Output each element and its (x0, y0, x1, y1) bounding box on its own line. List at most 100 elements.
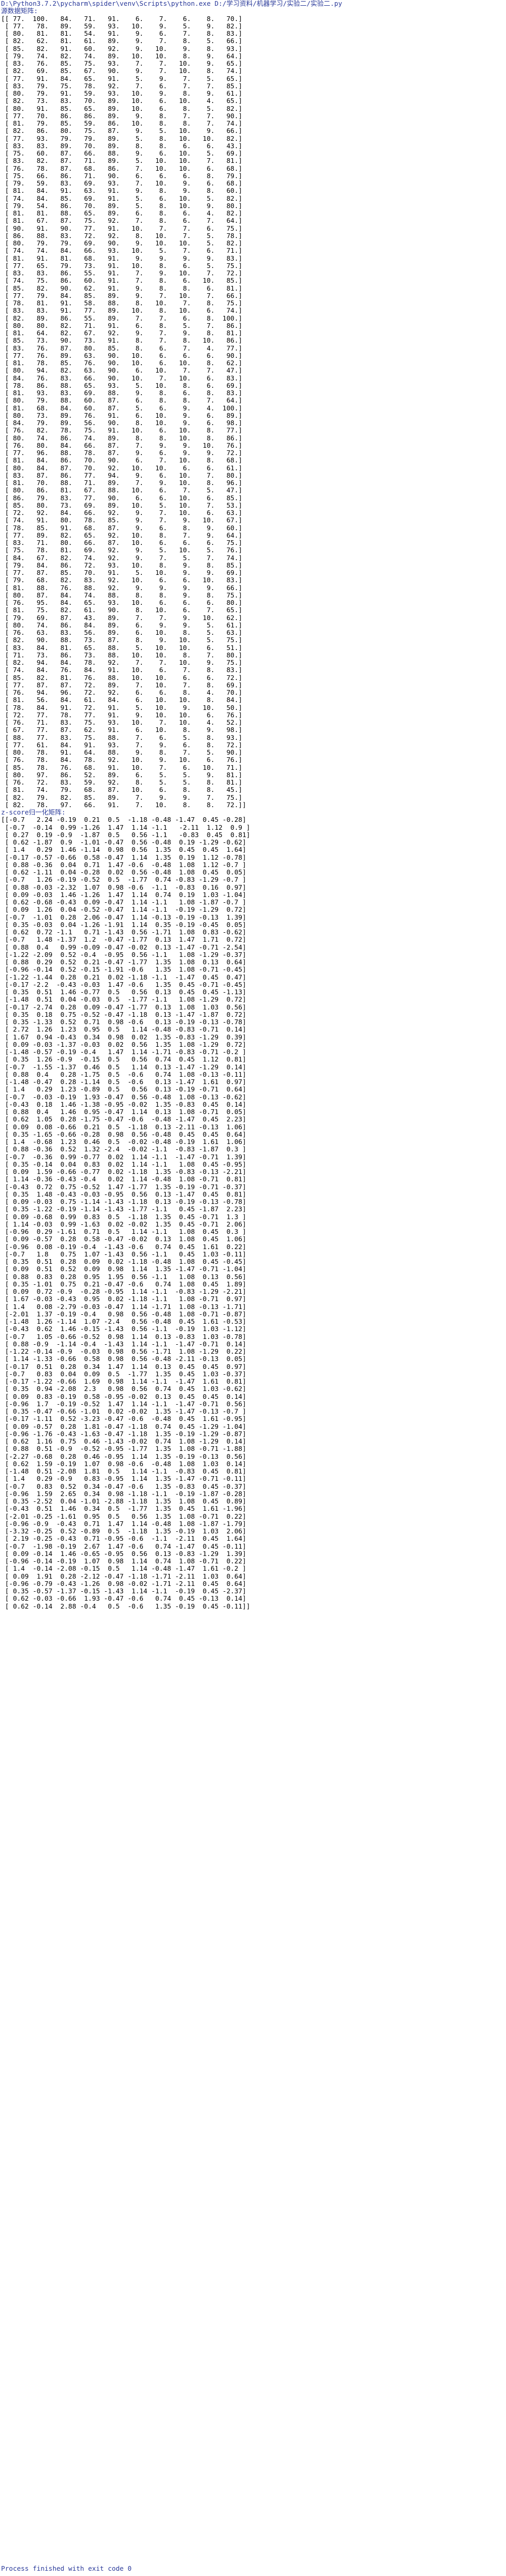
matrix-row: [ 79. 59. 83. 69. 93. 7. 10. 9. 6. 68.] (1, 180, 243, 187)
matrix-row: [ 0.62 -0.03 -0.66 1.93 -0.47 -0.6 0.74 … (1, 1595, 246, 1603)
matrix-row: [ 0.09 0.08 -0.66 0.21 0.5 -1.18 0.13 -2… (1, 1123, 246, 1131)
matrix-row: [ 75. 78. 81. 69. 92. 9. 5. 10. 5. 76.] (1, 547, 243, 554)
matrix-row: [ 81. 64. 82. 67. 92. 9. 7. 9. 8. 81.] (1, 329, 243, 337)
matrix-row: [ 80. 74. 86. 74. 89. 8. 8. 10. 8. 86.] (1, 434, 243, 442)
matrix-row: [ 84. 67. 82. 74. 92. 9. 7. 5. 7. 74.] (1, 554, 243, 562)
matrix-row: [ 83. 87. 86. 77. 94. 9. 6. 10. 7. 80.] (1, 471, 243, 479)
matrix-row: [-0.7 0.83 0.04 0.09 0.5 -1.77 1.35 0.45… (1, 1370, 246, 1378)
matrix-row: [ 83. 83. 91. 77. 89. 10. 8. 10. 6. 74.] (1, 307, 243, 315)
matrix-row: [ 79. 69. 87. 43. 89. 7. 7. 9. 10. 62.] (1, 614, 243, 622)
matrix-row: [ 82. 69. 85. 67. 90. 9. 7. 10. 8. 74.] (1, 67, 243, 75)
matrix-row: [ 82. 78. 97. 66. 91. 7. 10. 8. 8. 72.]] (1, 801, 246, 809)
matrix-row: [-0.7 1.26 -0.19 -0.52 0.5 -1.77 0.74 -0… (1, 876, 246, 884)
matrix-row: [-0.17 -2.2 -0.43 -0.03 1.47 -0.6 1.35 0… (1, 981, 246, 988)
matrix-row: [ 80. 79. 88. 60. 87. 6. 8. 8. 7. 64.] (1, 397, 243, 405)
matrix-row: [ 78. 81. 91. 58. 88. 8. 10. 7. 8. 75.] (1, 300, 243, 307)
matrix-row: [ 85. 82. 91. 60. 92. 9. 10. 9. 8. 93.] (1, 45, 243, 53)
matrix-row: [ 80. 86. 81. 67. 88. 10. 6. 7. 5. 47.] (1, 487, 243, 494)
matrix-row: [ 84. 76. 83. 66. 90. 10. 7. 10. 6. 83.] (1, 374, 243, 382)
matrix-row: [ 85. 73. 90. 73. 91. 8. 7. 8. 10. 86.] (1, 337, 243, 345)
matrix-row: [ 77. 91. 84. 65. 91. 5. 9. 7. 5. 65.] (1, 75, 243, 83)
matrix-row: [-1.48 1.26 -1.14 1.07 -2.4 0.56 -0.48 0… (1, 1318, 246, 1325)
matrix-row: [-0.96 -1.76 -0.43 -1.63 -0.47 -1.18 1.3… (1, 1430, 246, 1438)
matrix-row: [-0.43 0.62 1.46 -0.15 -1.43 0.56 -1.1 -… (1, 1325, 246, 1333)
matrix-row: [-0.43 0.18 1.46 -1.38 -0.95 -0.02 1.35 … (1, 1100, 246, 1108)
matrix-row: [-1.22 -0.14 -0.9 -0.03 0.98 0.56 -1.71 … (1, 1348, 246, 1355)
matrix-row: [ 0.09 -0.03 1.46 -1.26 1.47 1.14 0.74 0… (1, 891, 246, 899)
matrix-row: [ 81. 84. 91. 63. 91. 9. 8. 9. 8. 60.] (1, 187, 243, 195)
matrix-row: [ 1.67 -0.03 -0.43 0.95 0.02 -1.18 -1.1 … (1, 1295, 246, 1303)
matrix-row: [ 74. 84. 76. 84. 91. 10. 6. 7. 8. 83.] (1, 666, 243, 674)
matrix-row: [ 81. 67. 87. 75. 92. 7. 8. 6. 7. 64.] (1, 217, 243, 225)
matrix-row: [ 77. 96. 88. 78. 87. 9. 6. 9. 9. 72.] (1, 449, 243, 457)
matrix-row: [ 80. 91. 85. 65. 89. 10. 6. 8. 5. 82.] (1, 105, 243, 112)
matrix-row: [-0.96 0.29 -1.61 0.71 0.5 1.14 -1.1 1.0… (1, 1228, 246, 1235)
matrix-row: [ 78. 84. 91. 72. 91. 5. 10. 9. 10. 50.] (1, 704, 243, 712)
matrix-row: [ 81. 88. 76. 88. 92. 9. 9. 9. 9. 66.] (1, 584, 243, 592)
matrix-row: [ 0.09 1.91 0.28 -2.12 -0.47 -1.18 -1.71… (1, 1572, 246, 1580)
matrix-row: [ 75. 60. 87. 66. 88. 9. 6. 10. 5. 69.] (1, 150, 243, 157)
matrix-row: [ 81. 78. 85. 76. 90. 10. 6. 10. 8. 62.] (1, 359, 243, 367)
matrix-row: [ 79. 74. 82. 74. 89. 10. 10. 8. 9. 64.] (1, 52, 243, 60)
matrix-row: [ 2.72 1.26 1.23 0.95 0.5 1.14 -0.48 -0.… (1, 1026, 246, 1034)
matrix-row: [-0.96 0.08 -0.19 -0.4 -1.43 -0.6 0.74 0… (1, 1243, 246, 1251)
matrix-row: [ 0.35 -1.65 -0.66 -0.28 0.98 0.56 -0.48… (1, 1130, 246, 1138)
matrix-row: [ 82. 90. 88. 73. 87. 8. 9. 10. 5. 75.] (1, 636, 243, 644)
matrix-row: [-1.22 -1.44 0.28 0.21 0.02 -1.18 -1.1 -… (1, 973, 246, 981)
matrix-row: [ 81. 81. 88. 65. 89. 6. 8. 6. 4. 82.] (1, 210, 243, 217)
matrix-row: [-0.17 -2.74 0.28 0.09 -0.47 -1.77 0.13 … (1, 1003, 246, 1011)
matrix-row: [ 0.62 -1.11 0.04 -0.28 0.02 0.56 -0.48 … (1, 869, 246, 876)
matrix-row: [ 0.62 -1.87 0.9 -1.01 -0.47 0.56 -0.48 … (1, 839, 246, 846)
matrix-row: [ 74. 75. 86. 60. 91. 7. 8. 6. 10. 85.] (1, 277, 243, 285)
matrix-row: [-2.01 1.37 -0.19 -0.4 0.98 0.56 -0.48 1… (1, 1310, 246, 1318)
matrix-row: [ 76. 94. 96. 72. 92. 6. 6. 8. 4. 70.] (1, 689, 243, 696)
matrix-row: [-1.22 -2.09 0.52 -0.4 -0.95 0.56 -1.1 1… (1, 951, 246, 959)
matrix-row: [ 79. 54. 86. 70. 89. 5. 8. 10. 9. 80.] (1, 202, 243, 210)
matrix-row: [ 72. 77. 78. 77. 91. 9. 10. 10. 6. 76.] (1, 711, 243, 719)
matrix-row: [ 79. 84. 86. 72. 93. 10. 8. 9. 8. 85.] (1, 561, 243, 569)
matrix-row: [ 80. 84. 87. 70. 92. 10. 10. 6. 6. 61.] (1, 464, 243, 472)
matrix-row: [ 0.35 -0.14 0.04 0.83 0.02 1.14 -1.1 1.… (1, 1160, 246, 1168)
matrix-row: [ 81. 56. 84. 61. 84. 6. 10. 10. 8. 84.] (1, 696, 243, 704)
matrix-row: [-0.7 -1.98 -0.19 2.67 1.47 -0.6 0.74 -1… (1, 1542, 246, 1550)
matrix-row: [ 76. 72. 83. 59. 92. 8. 5. 5. 8. 81.] (1, 779, 243, 786)
matrix-row: [ 83. 83. 86. 55. 91. 7. 9. 10. 7. 72.] (1, 270, 243, 277)
matrix-row: [-0.43 0.72 0.75 -0.52 1.47 -1.77 1.35 -… (1, 1183, 246, 1191)
matrix-row: [ 80. 73. 89. 76. 91. 6. 10. 9. 6. 89.] (1, 411, 243, 419)
matrix-row: [ 78. 86. 88. 65. 93. 5. 10. 8. 6. 69.] (1, 382, 243, 389)
matrix-row: [ 0.62 0.72 -1.1 0.71 -1.43 0.56 -1.71 1… (1, 929, 246, 936)
matrix-row: [ 86. 79. 83. 77. 90. 6. 6. 10. 6. 85.] (1, 494, 243, 502)
matrix-row: [ 0.09 0.51 0.52 0.09 0.98 1.14 1.35 -1.… (1, 1265, 246, 1273)
matrix-row: [-0.17 -1.11 0.52 -3.23 -0.47 -0.6 -0.48… (1, 1415, 246, 1423)
matrix-row: [ 76. 82. 78. 75. 91. 10. 6. 10. 8. 77.] (1, 427, 243, 435)
matrix-row: [ 0.62 1.05 0.28 -1.75 -0.47 -0.6 -0.48 … (1, 1116, 246, 1124)
matrix-row: [ 0.35 1.26 -0.9 -0.15 0.5 0.56 0.74 0.4… (1, 1056, 246, 1064)
matrix-row: [-2.27 -0.68 0.28 0.46 -0.95 1.14 1.35 -… (1, 1452, 246, 1460)
matrix-row: [ 74. 74. 84. 66. 93. 10. 5. 7. 6. 71.] (1, 247, 243, 255)
matrix-row: [ 0.35 0.51 0.28 0.09 0.02 -1.18 -0.48 1… (1, 1258, 246, 1265)
matrix-row: [ 80. 87. 84. 74. 88. 8. 8. 9. 8. 75.] (1, 591, 243, 599)
matrix-row: [ 74. 91. 80. 78. 85. 9. 7. 9. 10. 67.] (1, 517, 243, 524)
raw-matrix-label: 源数据矩阵: (1, 7, 38, 15)
matrix-row: [ 0.62 -0.68 -0.43 0.09 -0.47 1.14 -1.1 … (1, 899, 246, 906)
matrix-row: [ 81. 68. 84. 60. 87. 5. 6. 9. 4. 100.] (1, 404, 243, 412)
matrix-row: [ 1.4 -0.68 1.23 0.46 0.5 -0.02 -0.48 -0… (1, 1138, 246, 1146)
matrix-row: [ 90. 91. 90. 77. 91. 10. 7. 7. 6. 75.] (1, 224, 243, 232)
matrix-row: [-0.17 -0.57 -0.66 0.58 -0.47 1.14 1.35 … (1, 853, 246, 861)
matrix-row: [ 0.35 -1.22 -0.19 -1.14 -1.43 -1.77 -1.… (1, 1205, 246, 1213)
matrix-row: [ 77. 87. 85. 70. 91. 5. 10. 9. 9. 69.] (1, 569, 243, 576)
matrix-row: [ 0.88 -0.36 0.52 1.32 -2.4 -0.02 -1.1 -… (1, 1146, 246, 1153)
matrix-row: [ 0.35 -1.01 0.75 0.21 -0.47 -0.6 0.74 1… (1, 1280, 246, 1288)
matrix-row: [ 81. 70. 88. 71. 89. 7. 9. 10. 8. 96.] (1, 479, 243, 487)
matrix-row: [ 85. 78. 76. 68. 91. 10. 7. 6. 10. 71.] (1, 764, 243, 771)
matrix-row: [ 0.88 0.83 0.28 0.95 1.95 0.56 -1.1 1.0… (1, 1273, 246, 1281)
matrix-row: [ 1.4 0.29 -0.9 0.83 -0.95 1.14 1.35 -1.… (1, 1475, 246, 1483)
matrix-row: [ 82. 94. 84. 78. 92. 7. 7. 10. 9. 75.] (1, 659, 243, 666)
matrix-row: [ 84. 79. 89. 56. 90. 8. 10. 9. 6. 98.] (1, 419, 243, 427)
matrix-row: [-1.48 0.51 0.04 -0.03 0.5 -1.77 -1.1 1.… (1, 996, 246, 1004)
matrix-row: [ 1.67 0.94 -0.43 0.34 0.98 0.02 1.35 -0… (1, 1033, 246, 1041)
raw-matrix: [[ 77. 100. 84. 71. 91. 6. 7. 6. 8. 70.]… (0, 15, 506, 809)
matrix-row: [ 80. 94. 82. 63. 90. 6. 10. 7. 7. 47.] (1, 367, 243, 375)
matrix-row: [ 82. 86. 80. 75. 87. 9. 5. 10. 9. 66.] (1, 127, 243, 135)
matrix-row: [-0.17 0.51 0.28 0.34 1.47 1.14 0.13 0.4… (1, 1363, 246, 1371)
